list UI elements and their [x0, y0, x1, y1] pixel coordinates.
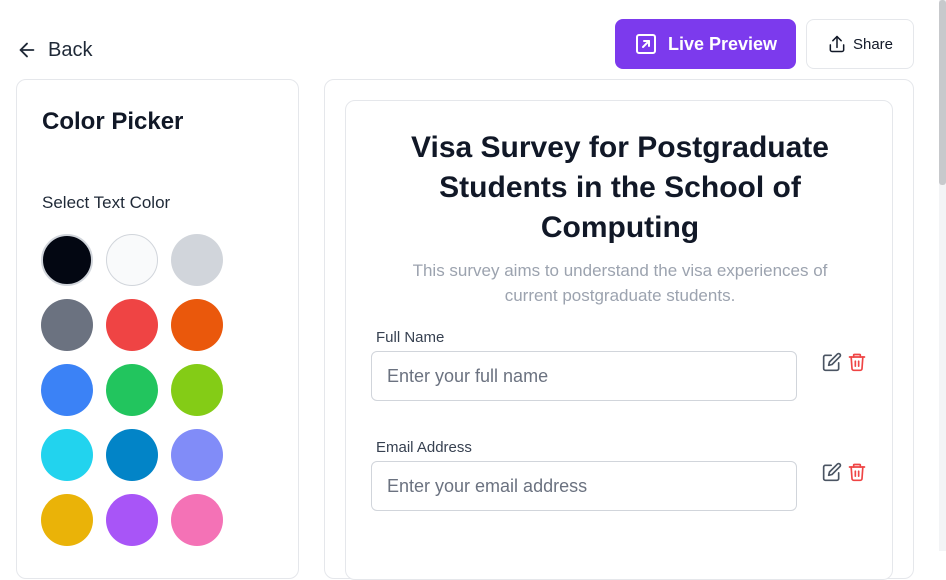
text-color-label: Select Text Color [42, 193, 171, 212]
edit-icon[interactable] [822, 352, 842, 372]
form-description: This survey aims to understand the visa … [376, 258, 864, 308]
color-swatch-light-gray[interactable] [171, 234, 223, 286]
back-label: Back [48, 38, 93, 61]
share-button[interactable]: Share [806, 19, 914, 69]
color-swatch-grid [41, 234, 223, 546]
form-description-line: current postgraduate students. [504, 286, 736, 305]
email-address-label: Email Address [376, 439, 472, 456]
trash-icon[interactable] [847, 462, 867, 482]
color-swatch-purple[interactable] [106, 494, 158, 546]
color-swatch-gray[interactable] [41, 299, 93, 351]
color-swatch-lime[interactable] [171, 364, 223, 416]
color-swatch-cyan[interactable] [41, 429, 93, 481]
share-icon [829, 35, 845, 53]
color-swatch-blue[interactable] [41, 364, 93, 416]
form-card: Visa Survey for Postgraduate Students in… [345, 100, 893, 580]
color-swatch-black[interactable] [41, 234, 93, 286]
form-title-line: Students in the School of [439, 171, 801, 204]
page-scrollbar[interactable] [939, 0, 946, 551]
color-swatch-sky-blue[interactable] [106, 429, 158, 481]
color-swatch-yellow[interactable] [41, 494, 93, 546]
form-description-line: This survey aims to understand the visa … [412, 261, 828, 280]
trash-icon[interactable] [847, 352, 867, 372]
live-preview-label: Live Preview [667, 33, 778, 54]
back-button[interactable]: Back [16, 36, 92, 64]
email-address-input[interactable] [371, 461, 797, 511]
full-name-input[interactable] [371, 351, 797, 401]
color-swatch-pink[interactable] [171, 494, 223, 546]
color-picker-title: Color Picker [42, 108, 184, 135]
color-swatch-indigo[interactable] [171, 429, 223, 481]
scrollbar-thumb[interactable] [939, 0, 946, 185]
share-label: Share [852, 35, 894, 53]
color-swatch-orange[interactable] [171, 299, 223, 351]
form-title-line: Computing [540, 211, 700, 244]
edit-icon[interactable] [822, 462, 842, 482]
color-swatch-green[interactable] [106, 364, 158, 416]
color-picker-panel: Color Picker Select Text Color [16, 79, 299, 579]
color-swatch-red[interactable] [106, 299, 158, 351]
full-name-label: Full Name [376, 329, 445, 346]
form-title: Visa Survey for Postgraduate Students in… [346, 128, 894, 248]
color-swatch-white[interactable] [106, 234, 158, 286]
live-preview-button[interactable]: Live Preview [615, 19, 796, 69]
arrow-left-icon [19, 42, 35, 58]
form-title-line: Visa Survey for Postgraduate [411, 131, 829, 164]
external-link-icon [635, 34, 656, 54]
